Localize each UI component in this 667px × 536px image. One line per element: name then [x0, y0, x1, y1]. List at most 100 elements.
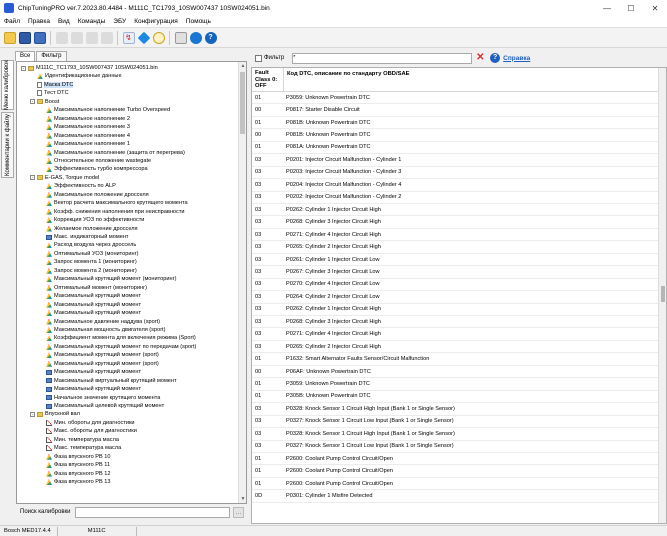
- tab-filter[interactable]: Фильтр: [36, 51, 67, 61]
- table-row[interactable]: 00 P06AF: Unknown Powertrain DTC: [252, 366, 659, 379]
- paste-icon[interactable]: [100, 31, 113, 44]
- table-row[interactable]: 03 P0265: Cylinder 2 Injector Circuit Hig…: [252, 241, 659, 254]
- expand-toggle-icon[interactable]: -: [21, 65, 26, 71]
- tree-item[interactable]: Эффективность турбо компрессора: [39, 165, 148, 173]
- fault-class-cell[interactable]: 00: [252, 132, 283, 138]
- help-icon[interactable]: ?: [490, 53, 501, 63]
- grid-scrollbar[interactable]: [658, 68, 666, 523]
- tree-item[interactable]: Эффективность по ALP: [39, 182, 116, 190]
- fault-class-cell[interactable]: 03: [252, 194, 283, 200]
- fault-class-cell[interactable]: 01: [252, 393, 283, 399]
- tree-item[interactable]: Максимальный крутящий момент: [39, 292, 141, 300]
- table-row[interactable]: 03 P0262: Cylinder 1 Injector Circuit Hig…: [252, 204, 659, 217]
- table-row[interactable]: 01 P081A: Unknown Powertrain DTC: [252, 142, 659, 155]
- tree-item[interactable]: Коррекция УОЗ по эффективности: [39, 216, 144, 224]
- help-toolbar-icon[interactable]: ?: [204, 31, 217, 44]
- tools-icon[interactable]: [174, 31, 187, 44]
- fault-class-cell[interactable]: 01: [252, 481, 283, 487]
- table-row[interactable]: 03 P0328: Knock Sensor 1 Circuit High Inp…: [252, 403, 659, 416]
- menu-edit[interactable]: Правка: [24, 18, 54, 25]
- table-row[interactable]: 03 P0327: Knock Sensor 1 Circuit Low Inpu…: [252, 441, 659, 453]
- table-row[interactable]: 01 P3059: Unknown Powertrain DTC: [252, 92, 659, 105]
- tree-item[interactable]: Тест DTC: [30, 89, 69, 97]
- table-row[interactable]: 01 P3059: Unknown Powertrain DTC: [252, 378, 659, 391]
- fault-class-cell[interactable]: 03: [252, 232, 283, 238]
- tree-item[interactable]: Маска DTC: [30, 81, 74, 89]
- menu-help[interactable]: Помощь: [182, 18, 215, 25]
- table-row[interactable]: 01 P081B: Unknown Powertrain DTC: [252, 117, 659, 130]
- table-row[interactable]: 03 P0265: Cylinder 2 Injector Circuit Hig…: [252, 341, 659, 354]
- tree-item[interactable]: Относительное положение wastegate: [39, 157, 151, 165]
- table-row[interactable]: 03 P0203: Injector Circuit Malfunction - …: [252, 167, 659, 180]
- fault-class-cell[interactable]: 0D: [252, 493, 283, 499]
- menu-ecu[interactable]: ЭБУ: [109, 18, 130, 25]
- menu-file[interactable]: Файл: [0, 18, 24, 25]
- fault-class-cell[interactable]: 03: [252, 269, 283, 275]
- table-row[interactable]: 01 P2600: Coolant Pump Control Circuit/Op…: [252, 466, 659, 478]
- table-row[interactable]: 03 P0268: Cylinder 3 Injector Circuit Hig…: [252, 217, 659, 229]
- table-row[interactable]: 01 P2600: Coolant Pump Control Circuit/Op…: [252, 478, 659, 491]
- table-row[interactable]: 03 P0262: Cylinder 1 Injector Circuit Hig…: [252, 304, 659, 317]
- fault-class-cell[interactable]: 01: [252, 381, 283, 387]
- fault-class-cell[interactable]: 01: [252, 356, 283, 362]
- table-row[interactable]: 01 P305B: Unknown Powertrain DTC: [252, 391, 659, 404]
- tree-scrollbar[interactable]: ▲ ▼: [238, 62, 246, 503]
- search-button[interactable]: …: [233, 507, 244, 518]
- table-row[interactable]: 03 P0268: Cylinder 3 Injector Circuit Hig…: [252, 316, 659, 329]
- expand-toggle-icon[interactable]: -: [30, 175, 35, 181]
- tree-item[interactable]: Идентификационные данные: [30, 72, 122, 80]
- fault-class-cell[interactable]: 00: [252, 369, 283, 375]
- tree-item[interactable]: Мин. обороты для диагностики: [39, 419, 135, 427]
- tree-scroll-thumb[interactable]: [240, 72, 245, 134]
- tree-item[interactable]: Расход воздуха через дроссель: [39, 241, 136, 249]
- fault-class-cell[interactable]: 03: [252, 182, 283, 188]
- tab-all[interactable]: Все: [15, 51, 36, 61]
- tree-item[interactable]: Максимальный крутящий момент: [39, 301, 141, 309]
- tree-item[interactable]: Фаза впускного РВ 12: [39, 470, 111, 478]
- table-row[interactable]: 03 P0328: Knock Sensor 1 Circuit High Inp…: [252, 428, 659, 441]
- tree-item[interactable]: Коэфф. снижения наполнения при неисправн…: [39, 208, 185, 216]
- fault-class-cell[interactable]: 01: [252, 468, 283, 474]
- column-header-dtc[interactable]: Код DTC, описание по стандарту OBD/SAE: [287, 71, 410, 77]
- tree-item[interactable]: Максимальное наполнение (защита от перег…: [39, 149, 185, 157]
- table-row[interactable]: 01 P2600: Coolant Pump Control Circuit/Op…: [252, 453, 659, 466]
- table-row[interactable]: 03 P0267: Cylinder 3 Injector Circuit Low: [252, 266, 659, 279]
- tab-file-comments[interactable]: Комментарии к файлу: [1, 112, 14, 178]
- open-file-icon[interactable]: [3, 31, 16, 44]
- navigate-icon[interactable]: [137, 31, 150, 44]
- find-icon[interactable]: [152, 31, 165, 44]
- tree-item[interactable]: Фаза впускного РВ 13: [39, 478, 111, 486]
- tree-item[interactable]: Максимальный целевой крутящий момент: [39, 402, 164, 410]
- undo-icon[interactable]: [55, 31, 68, 44]
- tree-item[interactable]: Максимальное давление наддува (sport): [39, 318, 160, 326]
- tree-item[interactable]: Начальное значение крутящего момента: [39, 394, 160, 402]
- fault-class-cell[interactable]: 03: [252, 219, 283, 225]
- scroll-down-icon[interactable]: ▼: [239, 495, 246, 503]
- column-header-fault-class[interactable]: Fault Class 0: OFF: [255, 70, 279, 90]
- tree-item[interactable]: Максимальный крутящий момент (мониторинг…: [39, 275, 176, 283]
- tree-item[interactable]: Максимальное наполнение 2: [39, 115, 130, 123]
- fault-class-cell[interactable]: 03: [252, 257, 283, 263]
- tree-item[interactable]: Макс. обороты для диагностики: [39, 427, 137, 435]
- tree-item[interactable]: Желаемое положение дросселя: [39, 225, 138, 233]
- filter-input[interactable]: [292, 52, 473, 64]
- table-row[interactable]: 03 P0270: Cylinder 4 Injector Circuit Low: [252, 279, 659, 292]
- fault-class-cell[interactable]: 03: [252, 244, 283, 250]
- fault-class-cell[interactable]: 03: [252, 157, 283, 163]
- filter-checkbox[interactable]: [255, 54, 262, 62]
- fault-class-cell[interactable]: 03: [252, 294, 283, 300]
- expand-toggle-icon[interactable]: -: [30, 99, 35, 105]
- tree-item[interactable]: Запрос момента 1 (мониторинг): [39, 258, 137, 266]
- tree-item[interactable]: Максимальный крутящий момент: [39, 368, 141, 376]
- fault-class-cell[interactable]: 03: [252, 281, 283, 287]
- table-row[interactable]: 03 P0261: Cylinder 1 Injector Circuit Low: [252, 254, 659, 267]
- table-row[interactable]: 03 P0271: Cylinder 4 Injector Circuit Hig…: [252, 329, 659, 341]
- tree-item[interactable]: - E-GAS, Torque model: [30, 174, 99, 182]
- fault-class-cell[interactable]: 03: [252, 306, 283, 312]
- table-row[interactable]: 03 P0264: Cylinder 2 Injector Circuit Low: [252, 291, 659, 304]
- tree-item[interactable]: Максимальный крутящий момент (sport): [39, 360, 159, 368]
- tree-item[interactable]: Коэффициент момента для включения режима…: [39, 334, 196, 342]
- menu-configuration[interactable]: Конфигурация: [130, 18, 182, 25]
- save-as-icon[interactable]: [33, 31, 46, 44]
- tree-item[interactable]: Максимальный крутящий момент (sport): [39, 351, 159, 359]
